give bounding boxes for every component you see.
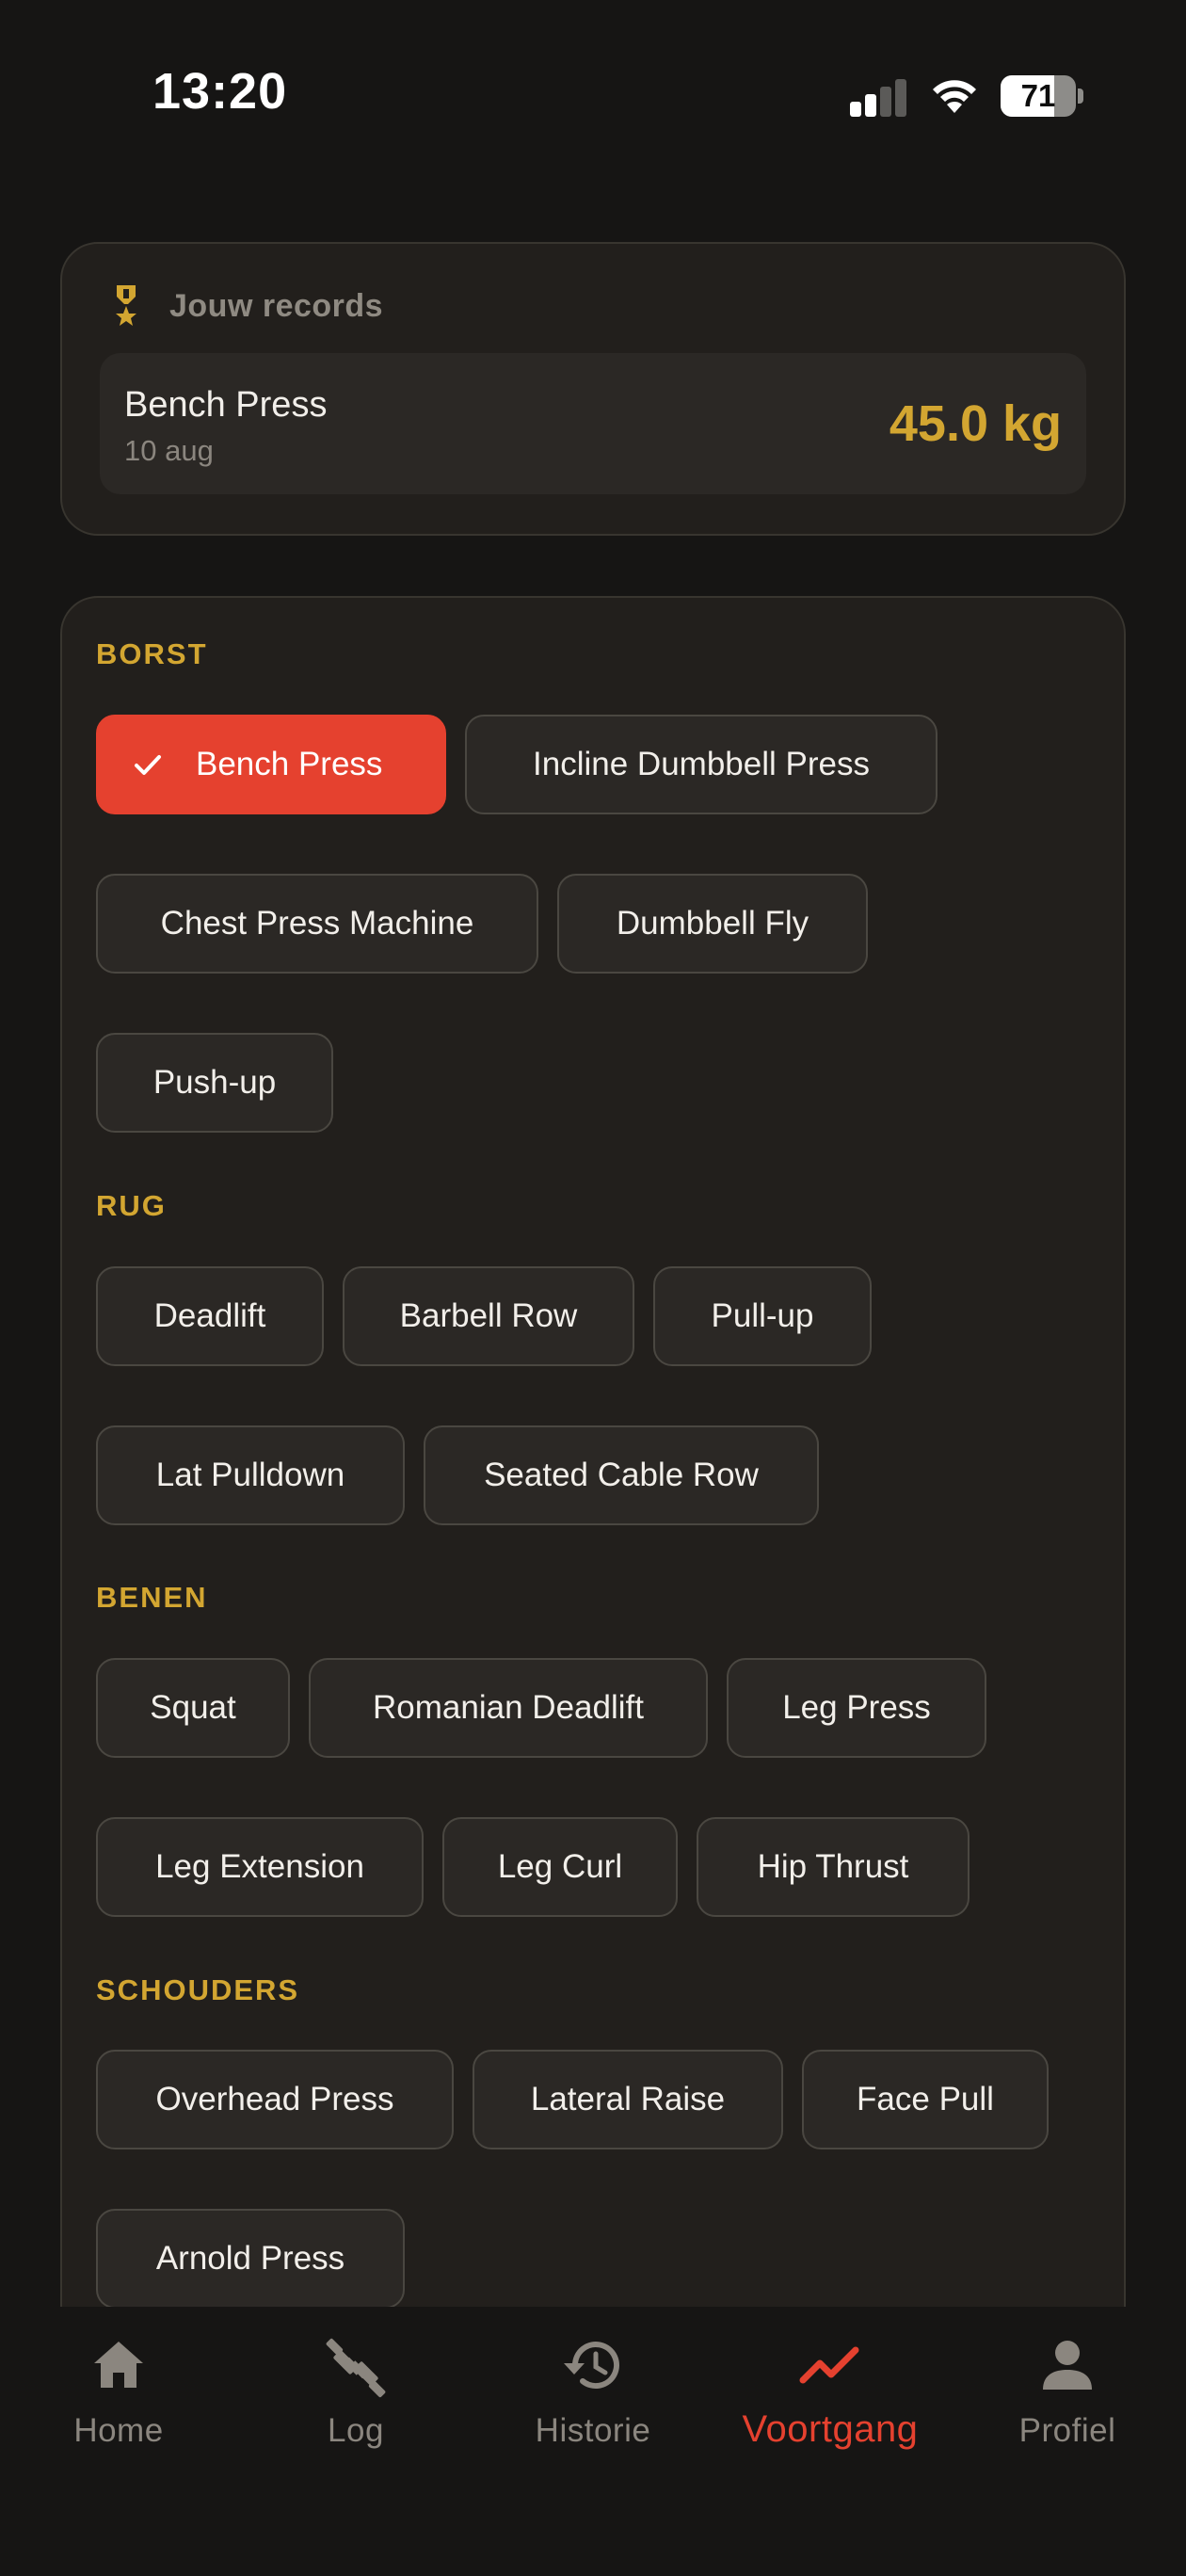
wifi-icon — [933, 80, 976, 113]
status-bar: 13:20 71 — [0, 0, 1186, 188]
exercise-chip-lateral-raise[interactable]: Lateral Raise — [473, 2050, 783, 2149]
nav-item-home[interactable]: Home — [0, 2307, 237, 2495]
history-icon — [564, 2342, 619, 2390]
home-icon — [94, 2342, 143, 2388]
exercise-chip-lat-pulldown[interactable]: Lat Pulldown — [96, 1425, 405, 1525]
progress-screen: 13:20 71 Jouw records Bench Press 10 aug… — [0, 0, 1186, 2576]
cellular-signal-icon — [850, 79, 908, 117]
record-value: 45.0 kg — [889, 395, 1062, 452]
exercise-chip-seated-cable-row[interactable]: Seated Cable Row — [424, 1425, 819, 1525]
exercise-chip-pull-up[interactable]: Pull-up — [653, 1266, 872, 1366]
exercise-chip-push-up[interactable]: Push-up — [96, 1033, 333, 1133]
group-label-rug: RUG — [96, 1189, 167, 1222]
exercise-chip-leg-extension[interactable]: Leg Extension — [96, 1817, 424, 1917]
records-title: Jouw records — [169, 287, 384, 324]
dumbbell-icon — [326, 2338, 386, 2398]
battery-icon: 71 — [1001, 75, 1083, 117]
exercise-chip-chest-press-machine[interactable]: Chest Press Machine — [96, 874, 538, 974]
record-exercise-name: Bench Press — [124, 385, 328, 425]
exercise-selector-card: BORST Bench Press Incline Dumbbell Press… — [60, 596, 1126, 2576]
nav-label-historie: Historie — [535, 2412, 651, 2449]
check-icon — [135, 755, 161, 775]
status-time: 13:20 — [152, 63, 288, 120]
profile-icon — [1043, 2341, 1092, 2390]
medal-icon — [116, 285, 136, 326]
group-label-benen: BENEN — [96, 1581, 208, 1614]
exercise-chip-leg-curl[interactable]: Leg Curl — [442, 1817, 678, 1917]
group-label-schouders: SCHOUDERS — [96, 1973, 300, 2006]
record-date: 10 aug — [124, 434, 214, 467]
exercise-chip-leg-press[interactable]: Leg Press — [727, 1658, 986, 1758]
records-header: Jouw records — [109, 283, 383, 329]
exercise-chip-hip-thrust[interactable]: Hip Thrust — [697, 1817, 970, 1917]
exercise-chip-squat[interactable]: Squat — [96, 1658, 290, 1758]
nav-label-log: Log — [328, 2412, 384, 2449]
nav-label-profiel: Profiel — [1018, 2412, 1116, 2449]
nav-item-historie[interactable]: Historie — [474, 2307, 712, 2495]
exercise-chip-dumbbell-fly[interactable]: Dumbbell Fly — [557, 874, 868, 974]
nav-item-profiel[interactable]: Profiel — [949, 2307, 1186, 2495]
battery-level: 71 — [1020, 78, 1056, 113]
exercise-chip-arnold-press[interactable]: Arnold Press — [96, 2209, 405, 2309]
exercise-chip-barbell-row[interactable]: Barbell Row — [343, 1266, 634, 1366]
group-label-borst: BORST — [96, 637, 208, 670]
exercise-chip-deadlift[interactable]: Deadlift — [96, 1266, 324, 1366]
nav-item-voortgang[interactable]: Voortgang — [712, 2307, 949, 2495]
exercise-chip-romanian-deadlift[interactable]: Romanian Deadlift — [309, 1658, 708, 1758]
nav-item-log[interactable]: Log — [237, 2307, 474, 2495]
exercise-chip-overhead-press[interactable]: Overhead Press — [96, 2050, 454, 2149]
trend-icon — [799, 2346, 859, 2384]
exercise-chip-bench-press[interactable]: Bench Press — [96, 715, 446, 814]
nav-label-home: Home — [73, 2412, 164, 2449]
record-row[interactable]: Bench Press 10 aug 45.0 kg — [100, 353, 1086, 494]
exercise-chip-face-pull[interactable]: Face Pull — [802, 2050, 1049, 2149]
nav-label-voortgang: Voortgang — [742, 2408, 919, 2450]
bottom-navigation: Home Log Historie Voortgang Profiel — [0, 2307, 1186, 2576]
exercise-chip-incline-dumbbell-press[interactable]: Incline Dumbbell Press — [465, 715, 938, 814]
records-card: Jouw records Bench Press 10 aug 45.0 kg — [60, 242, 1126, 536]
